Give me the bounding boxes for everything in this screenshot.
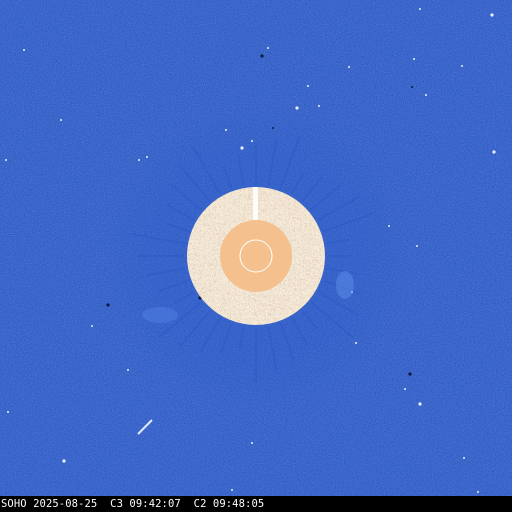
- star: [388, 225, 390, 227]
- image-caption: SOHO 2025-08-25 C3 09:42:07 C2 09:48:05: [1, 498, 265, 510]
- star: [463, 457, 465, 459]
- star: [91, 325, 93, 327]
- star: [5, 159, 7, 161]
- star: [225, 129, 227, 131]
- occulter-disk: [220, 220, 292, 292]
- star: [413, 58, 415, 60]
- star: [348, 66, 350, 68]
- star: [272, 127, 274, 129]
- coronagraph-image: SOHO 2025-08-25 C3 09:42:07 C2 09:48:05: [0, 0, 512, 512]
- star: [267, 47, 269, 49]
- star: [492, 150, 496, 154]
- star: [418, 402, 422, 406]
- star: [295, 106, 299, 110]
- star: [411, 86, 413, 88]
- star: [260, 54, 264, 58]
- star: [307, 85, 309, 87]
- star: [231, 489, 233, 491]
- star: [106, 303, 110, 307]
- star: [419, 8, 421, 10]
- star: [146, 156, 148, 158]
- star: [7, 411, 9, 413]
- star: [251, 442, 253, 444]
- star: [23, 49, 25, 51]
- star: [318, 105, 320, 107]
- star: [408, 372, 412, 376]
- star: [477, 491, 479, 493]
- star: [490, 13, 494, 17]
- coronagraph-field: [0, 0, 512, 507]
- cme-feature-left: [142, 307, 178, 323]
- c2-pylon-streak: [253, 187, 258, 220]
- star: [355, 342, 357, 344]
- star: [62, 459, 66, 463]
- cme-feature-right: [336, 271, 354, 299]
- star: [416, 245, 418, 247]
- star: [127, 369, 129, 371]
- star: [461, 65, 463, 67]
- star: [425, 94, 427, 96]
- star: [240, 146, 244, 150]
- star: [138, 159, 140, 161]
- star: [251, 140, 253, 142]
- caption-bar: SOHO 2025-08-25 C3 09:42:07 C2 09:48:05: [0, 496, 512, 512]
- star: [404, 388, 406, 390]
- star: [60, 119, 62, 121]
